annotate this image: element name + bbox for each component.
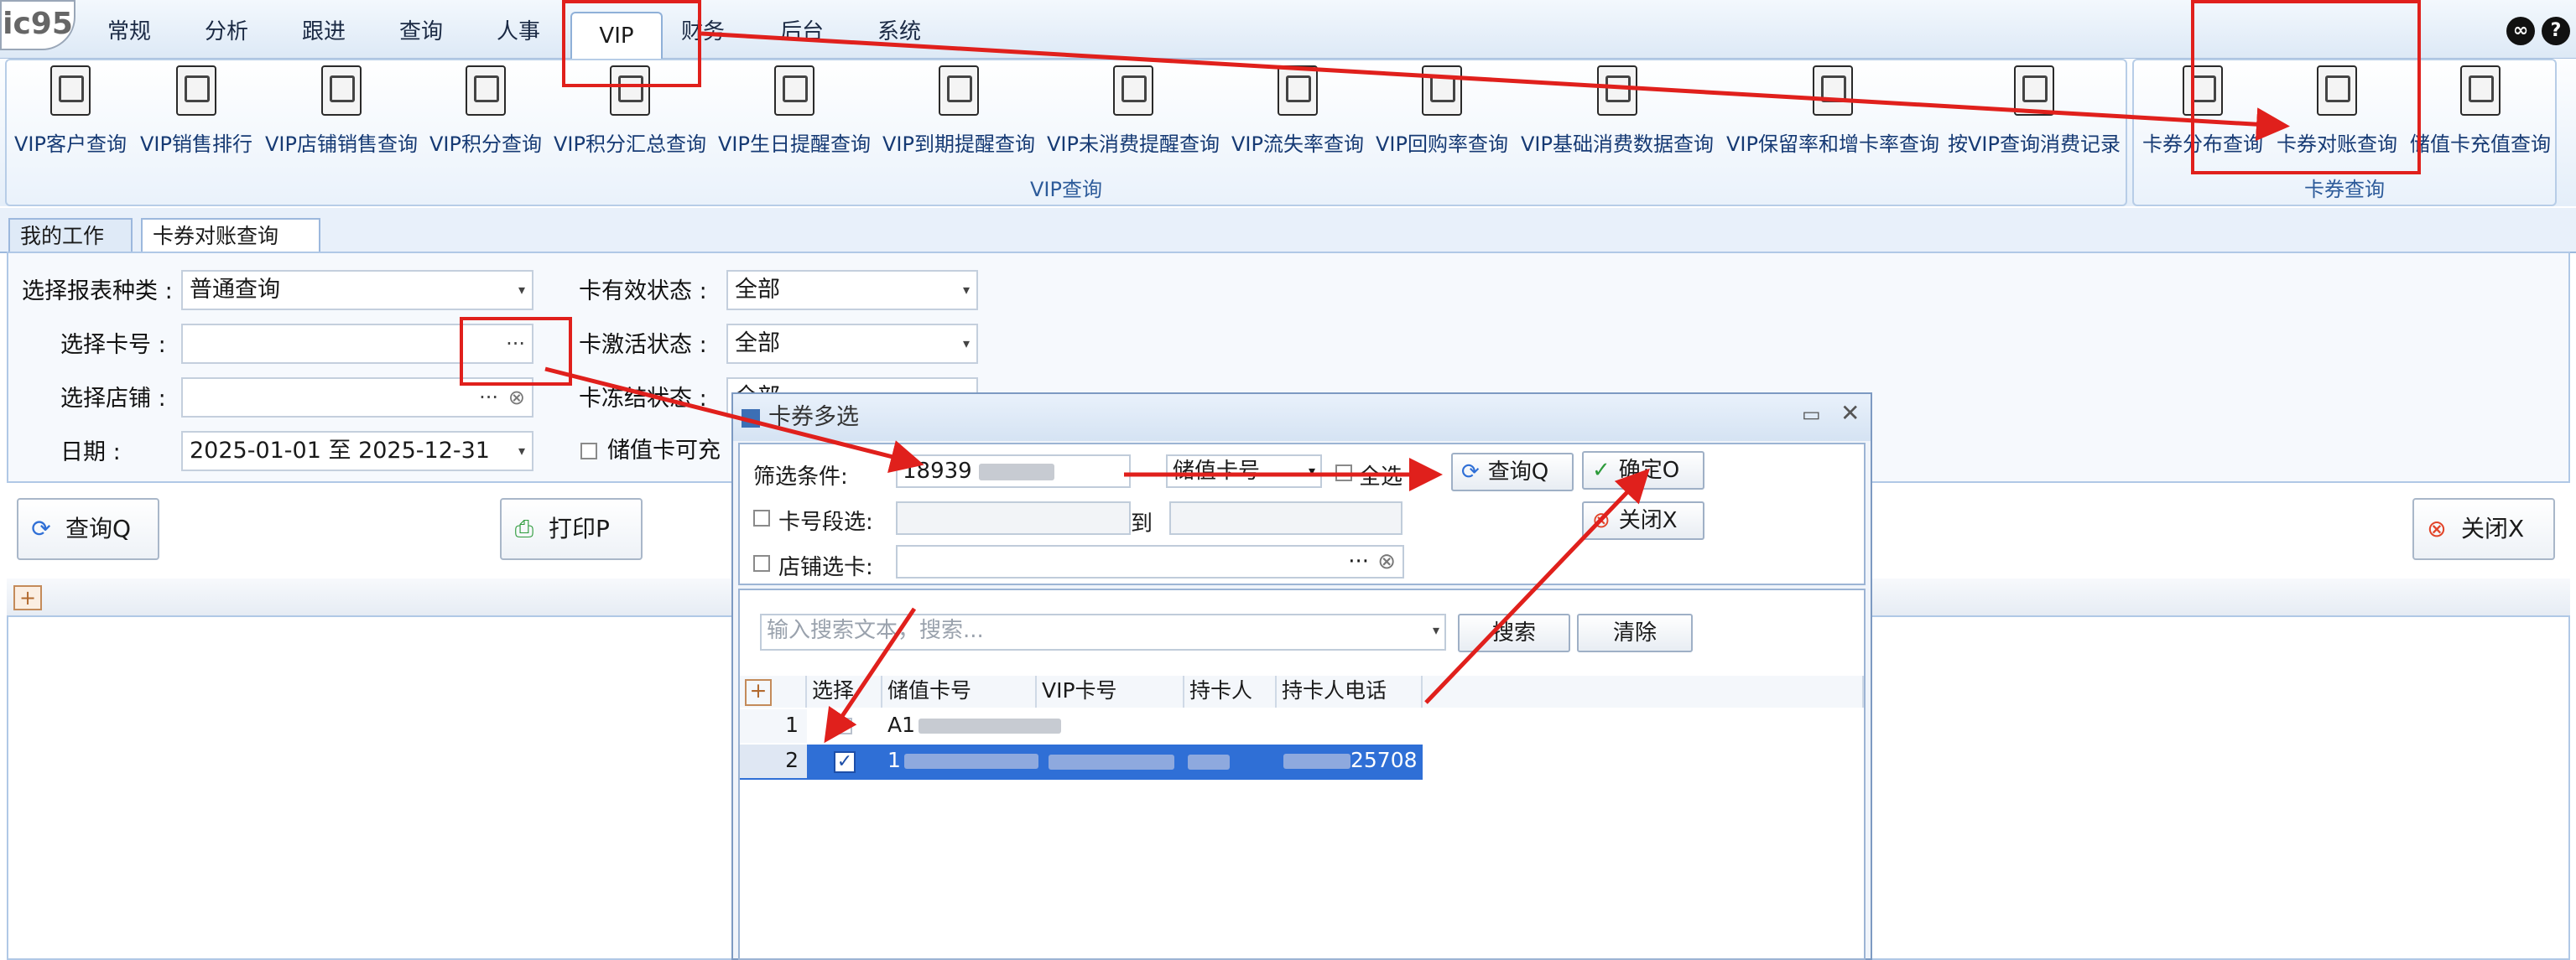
arrow-to-reconciliation <box>700 31 2290 142</box>
annotation-arrows <box>544 31 2290 744</box>
arrow-to-checkbox <box>824 607 917 744</box>
arrow-to-confirm <box>1424 468 1650 704</box>
arrow-to-filter <box>544 366 924 474</box>
